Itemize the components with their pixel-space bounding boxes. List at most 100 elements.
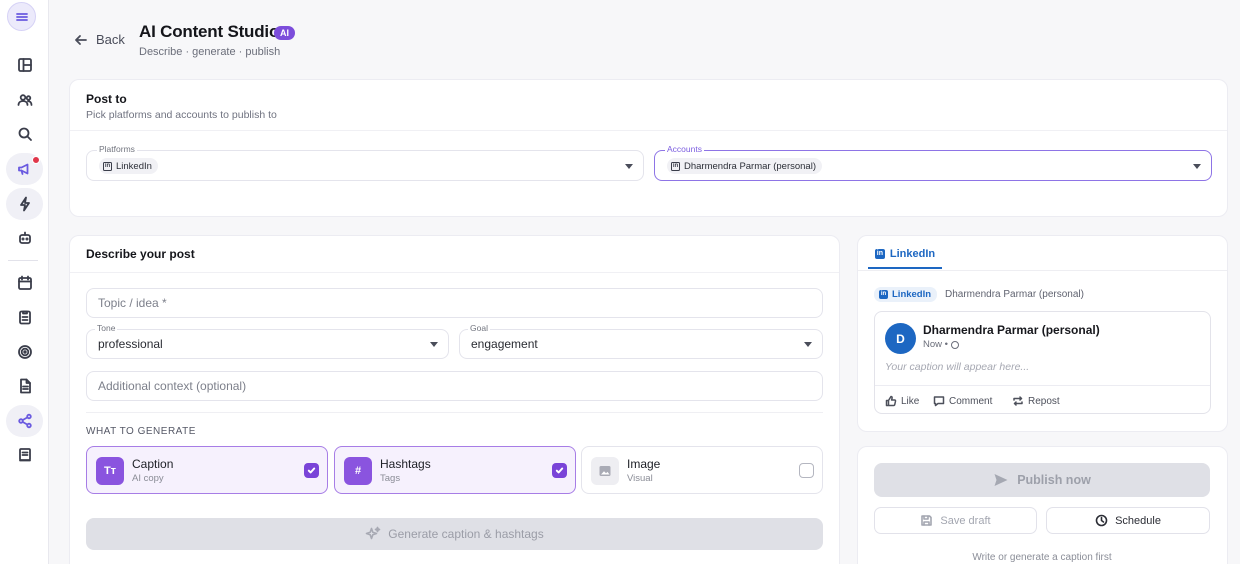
divider	[70, 272, 839, 273]
sidebar-item-users[interactable]	[6, 84, 43, 116]
caption-option[interactable]: Tт Caption AI copy	[86, 446, 328, 494]
goal-select[interactable]: Goal engagement	[459, 323, 823, 359]
comment-action[interactable]: Comment	[933, 395, 992, 407]
option-subtitle: Tags	[380, 473, 401, 484]
describe-title: Describe your post	[86, 247, 195, 261]
context-input[interactable]: Additional context (optional)	[86, 371, 823, 401]
like-label: Like	[901, 395, 920, 407]
platform-chip[interactable]: in LinkedIn	[99, 158, 158, 174]
preview-platform-chip: in LinkedIn	[874, 287, 938, 302]
sidebar-item-social[interactable]	[6, 405, 43, 437]
preview-chip-label: LinkedIn	[892, 289, 932, 300]
report-icon	[18, 448, 31, 462]
schedule-label: Schedule	[1115, 514, 1161, 527]
sidebar-item-automations[interactable]	[6, 188, 43, 220]
megaphone-icon	[17, 163, 28, 175]
post-author: Dharmendra Parmar (personal)	[923, 323, 1100, 337]
save-draft-button[interactable]: Save draft	[874, 507, 1037, 534]
chevron-down-icon[interactable]	[625, 163, 633, 169]
sidebar-item-reports[interactable]	[6, 439, 43, 471]
notification-dot	[32, 156, 40, 164]
image-option[interactable]: Image Visual	[581, 446, 823, 494]
platform-chip-label: LinkedIn	[116, 160, 152, 172]
sidebar	[0, 0, 49, 564]
sidebar-item-tasks[interactable]	[6, 301, 43, 333]
image-icon	[591, 457, 619, 485]
linkedin-icon: in	[874, 249, 885, 259]
post-to-title: Post to	[86, 92, 127, 106]
sidebar-item-calendar[interactable]	[6, 267, 43, 299]
tone-label: Tone	[95, 323, 118, 333]
accounts-label: Accounts	[665, 144, 704, 154]
layout-icon	[17, 58, 32, 72]
back-button[interactable]: Back	[74, 32, 125, 47]
hamburger-icon	[15, 12, 28, 21]
document-icon	[19, 378, 31, 394]
divider	[86, 412, 823, 413]
publish-label: Publish now	[1017, 473, 1091, 487]
chevron-down-icon[interactable]	[1193, 163, 1201, 169]
option-title: Caption	[132, 457, 174, 471]
post-to-card: Post to Pick platforms and accounts to p…	[69, 79, 1228, 217]
post-to-subtitle: Pick platforms and accounts to publish t…	[86, 109, 277, 121]
back-label: Back	[96, 32, 125, 47]
tone-select[interactable]: Tone professional	[86, 323, 449, 359]
platforms-select[interactable]: Platforms in LinkedIn	[86, 144, 644, 181]
linkedin-icon: in	[671, 161, 680, 171]
publish-now-button[interactable]: Publish now	[874, 463, 1210, 497]
repost-action[interactable]: Repost	[1012, 395, 1060, 407]
generate-button[interactable]: Generate caption & hashtags	[86, 518, 823, 550]
account-chip[interactable]: in Dharmendra Parmar (personal)	[667, 158, 822, 174]
hashtags-option[interactable]: # Hashtags Tags	[334, 446, 576, 494]
post-time: Now •	[923, 339, 959, 350]
platforms-label: Platforms	[97, 144, 137, 154]
clipboard-icon	[18, 310, 31, 325]
image-checkbox[interactable]	[799, 463, 814, 478]
topic-input[interactable]: Topic / idea *	[86, 288, 823, 318]
save-draft-label: Save draft	[940, 514, 991, 527]
option-subtitle: AI copy	[132, 473, 164, 484]
chevron-down-icon[interactable]	[804, 342, 812, 347]
like-action[interactable]: Like	[885, 395, 919, 407]
post-preview: D Dharmendra Parmar (personal) Now • You…	[874, 311, 1211, 414]
lightning-icon	[19, 196, 30, 212]
divider	[70, 130, 1227, 131]
avatar: D	[885, 323, 916, 354]
search-icon	[18, 127, 32, 141]
check-icon	[307, 467, 316, 474]
sidebar-item-bots[interactable]	[6, 222, 43, 254]
clock-icon	[1095, 514, 1108, 527]
post-time-label: Now •	[923, 339, 948, 350]
topic-placeholder: Topic / idea *	[98, 296, 167, 310]
ai-badge: AI	[274, 26, 295, 40]
sidebar-item-search[interactable]	[6, 118, 43, 150]
globe-icon	[950, 340, 959, 349]
comment-icon	[933, 396, 945, 407]
linkedin-icon: in	[879, 290, 888, 299]
target-icon	[17, 345, 32, 359]
accounts-select[interactable]: Accounts in Dharmendra Parmar (personal)	[654, 144, 1212, 181]
sidebar-item-targets[interactable]	[6, 336, 43, 368]
page-subtitle: Describe · generate · publish	[139, 46, 281, 58]
tab-linkedin[interactable]: in LinkedIn	[868, 241, 942, 269]
menu-button[interactable]	[7, 2, 36, 31]
sidebar-item-documents[interactable]	[6, 370, 43, 402]
share-icon	[17, 413, 32, 429]
caption-checkbox[interactable]	[304, 463, 319, 478]
option-title: Hashtags	[380, 457, 431, 471]
hashtags-checkbox[interactable]	[552, 463, 567, 478]
divider	[875, 385, 1210, 386]
repost-icon	[1013, 396, 1023, 406]
hashtag-icon: #	[344, 457, 372, 485]
tone-value: professional	[98, 337, 163, 351]
context-placeholder: Additional context (optional)	[98, 379, 247, 393]
sidebar-item-dashboard[interactable]	[6, 49, 43, 81]
linkedin-icon: in	[103, 161, 112, 171]
caption-preview: Your caption will appear here...	[885, 361, 1030, 373]
sparkles-icon	[365, 526, 381, 540]
schedule-button[interactable]: Schedule	[1046, 507, 1210, 534]
generate-label: Generate caption & hashtags	[388, 527, 544, 541]
image-glyph	[599, 466, 611, 476]
chevron-down-icon[interactable]	[430, 342, 438, 347]
option-title: Image	[627, 457, 661, 471]
